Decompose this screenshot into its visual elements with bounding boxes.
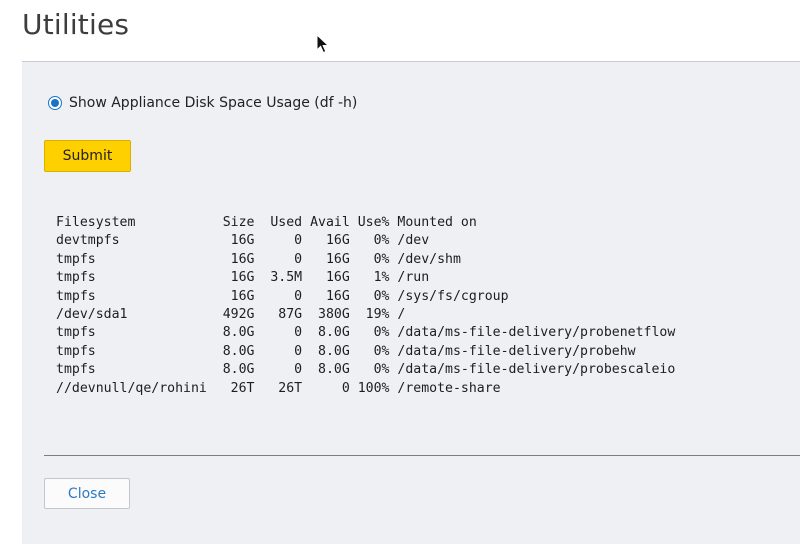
df-row: tmpfs 8.0G 0 8.0G 0% /data/ms-file-deliv… xyxy=(56,325,676,341)
df-row: /dev/sda1 492G 87G 380G 19% / xyxy=(56,307,406,323)
df-header: Filesystem Size Used Avail Use% Mounted … xyxy=(56,215,477,230)
df-output: Filesystem Size Used Avail Use% Mounted … xyxy=(56,214,675,398)
df-row: devtmpfs 16G 0 16G 0% /dev xyxy=(56,233,430,249)
close-button[interactable]: Close xyxy=(44,478,130,509)
submit-button[interactable]: Submit xyxy=(44,140,131,172)
df-row: tmpfs 16G 0 16G 0% /dev/shm xyxy=(56,251,461,267)
df-row: tmpfs 8.0G 0 8.0G 0% /data/ms-file-deliv… xyxy=(56,362,676,378)
df-row: tmpfs 8.0G 0 8.0G 0% /data/ms-file-deliv… xyxy=(56,343,636,359)
page-title: Utilities xyxy=(22,8,130,41)
df-row: tmpfs 16G 0 16G 0% /sys/fs/cgroup xyxy=(56,288,509,304)
mouse-pointer-icon xyxy=(316,34,330,54)
utilities-panel: Show Appliance Disk Space Usage (df -h) … xyxy=(22,61,800,544)
disk-usage-radio[interactable] xyxy=(48,96,62,110)
df-row: tmpfs 16G 3.5M 16G 1% /run xyxy=(56,270,430,286)
divider xyxy=(44,455,800,456)
df-row: //devnull/qe/rohini 26T 26T 0 100% /remo… xyxy=(56,380,501,396)
disk-usage-option[interactable]: Show Appliance Disk Space Usage (df -h) xyxy=(48,95,357,111)
radio-selected-dot xyxy=(51,99,59,107)
disk-usage-radio-label[interactable]: Show Appliance Disk Space Usage (df -h) xyxy=(69,95,357,111)
